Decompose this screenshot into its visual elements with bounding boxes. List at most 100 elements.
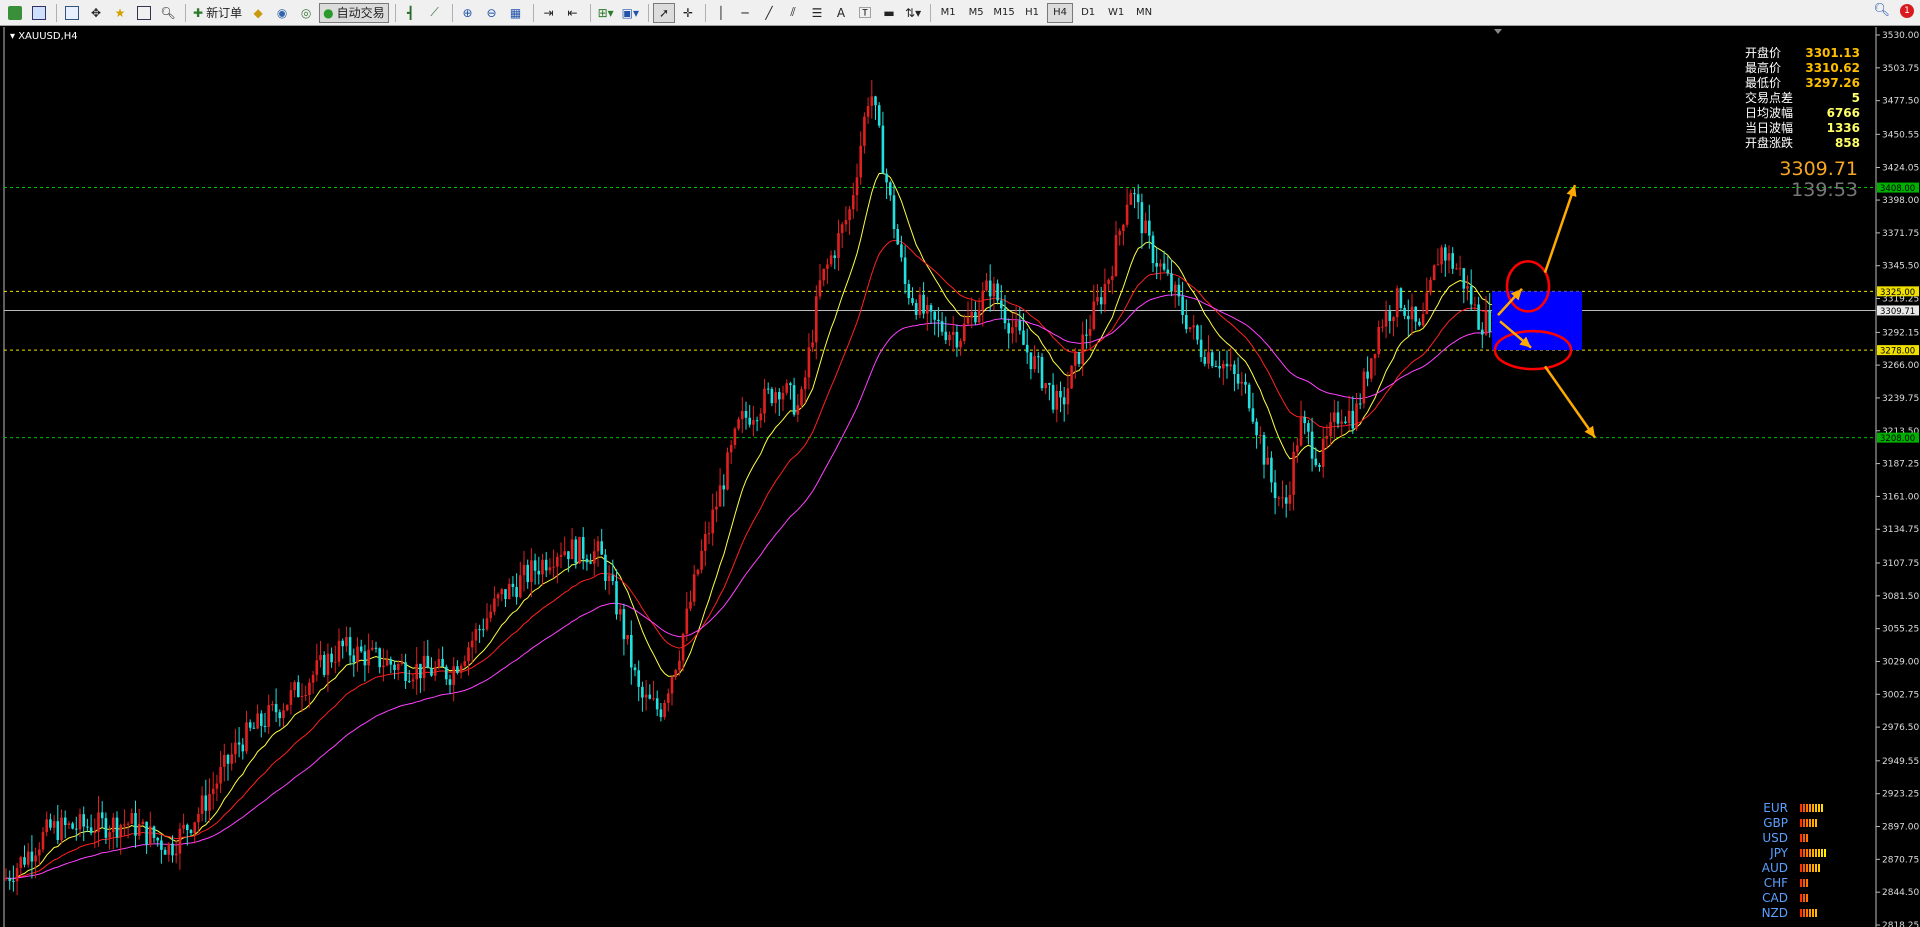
candle-body <box>1399 288 1403 308</box>
strength-bar <box>1803 848 1805 857</box>
tile-button[interactable]: ▦ <box>505 3 527 23</box>
bar-chart-button[interactable]: ┫ <box>400 3 422 23</box>
candle-body <box>1384 311 1388 327</box>
candle-body <box>959 340 962 348</box>
chart-shift-button[interactable]: ⇤ <box>562 3 584 23</box>
new-chart-button[interactable] <box>4 3 26 23</box>
market-watch-button[interactable] <box>61 3 83 23</box>
candle-body <box>1318 465 1321 467</box>
new-order-button[interactable]: ✚ 新订单 <box>190 3 245 23</box>
candle-body <box>626 634 629 640</box>
candle-body <box>548 567 552 571</box>
auto-trade-label: 自动交易 <box>336 6 385 20</box>
candle-body <box>803 377 807 390</box>
fibonacci-button[interactable]: ☰ <box>806 3 828 23</box>
navigator-button[interactable]: ✥ <box>85 3 107 23</box>
candle-body <box>12 880 15 882</box>
candle-body <box>1251 408 1255 422</box>
candle-body <box>356 646 359 663</box>
info-label: 日均波幅 <box>1745 106 1794 120</box>
timeframe-m5[interactable]: M5 <box>963 3 989 23</box>
candle-body <box>45 819 48 833</box>
trendline-button[interactable]: ╱ <box>758 3 780 23</box>
candle-body <box>818 280 822 297</box>
zoom-out-button[interactable]: ⊖ <box>481 3 503 23</box>
auto-trade-button[interactable]: ● 自动交易 <box>319 2 389 23</box>
candle-body <box>1440 247 1443 265</box>
notification-badge[interactable]: 1 <box>1900 3 1914 18</box>
candle-body <box>1340 421 1343 424</box>
level-tag-label: 3408.00 <box>1880 184 1915 194</box>
favorites-button[interactable]: ★ <box>109 3 131 23</box>
candle-body <box>352 655 356 663</box>
terminal-button[interactable] <box>133 3 155 23</box>
cursor-button[interactable]: ➚ <box>653 2 676 23</box>
timeframe-h4[interactable]: H4 <box>1047 2 1074 23</box>
channel-button[interactable]: ⫽ <box>782 3 804 23</box>
profiles-button[interactable] <box>28 3 50 23</box>
candle-body <box>348 637 352 656</box>
candle-body <box>1351 410 1355 429</box>
current-price-display: 3309.71 <box>1779 158 1858 180</box>
candle-body <box>1029 352 1033 370</box>
text-button[interactable]: A <box>830 3 852 23</box>
price-chart[interactable]: 3530.00 3503.75 3477.50 3450.55 3424.05 3398.… <box>0 27 1920 927</box>
axis-label: 3450.55 <box>1882 130 1919 140</box>
profiles-icon <box>32 5 46 20</box>
candle-body <box>988 280 992 297</box>
axis-label: 3292.15 <box>1882 328 1919 338</box>
vertical-line-icon: │ <box>717 5 725 20</box>
signals-button[interactable]: ◉ <box>271 3 293 23</box>
info-row: 交易点差 5 <box>1745 91 1860 106</box>
timeframe-h1[interactable]: H1 <box>1019 3 1045 23</box>
candle-body <box>977 309 981 323</box>
candle-body <box>1044 383 1047 389</box>
indicators-button[interactable]: ⊞▾ <box>595 3 617 23</box>
zoom-in-button[interactable]: ⊕ <box>457 3 479 23</box>
strength-bar <box>1824 848 1826 857</box>
toolbar-separator <box>451 3 453 22</box>
timeframe-m1[interactable]: M1 <box>935 3 961 23</box>
candle-body <box>1170 273 1173 292</box>
candle-body <box>448 679 452 685</box>
timeframe-m15[interactable]: M15 <box>991 3 1017 23</box>
tester-button[interactable]: 🔍︎ <box>157 3 179 23</box>
text-label-icon: 🅃 <box>859 6 872 20</box>
candle-body <box>256 713 259 729</box>
candle-body <box>1310 431 1314 459</box>
timeframe-w1[interactable]: W1 <box>1103 3 1129 23</box>
text-label-button[interactable]: 🅃 <box>854 3 876 23</box>
candle-body <box>408 680 411 682</box>
arrows-button[interactable]: ⇅▾ <box>902 3 924 23</box>
rectangle-button[interactable]: ▬ <box>878 3 900 23</box>
candle-body <box>308 682 311 695</box>
timeframe-mn[interactable]: MN <box>1131 3 1157 23</box>
candle-body <box>1088 328 1092 336</box>
currency-row: CAD <box>1760 890 1870 905</box>
candle-body <box>663 702 666 718</box>
candle-body <box>219 766 222 784</box>
market-button[interactable]: ◎ <box>295 3 317 23</box>
info-value: 3297.26 <box>1805 76 1860 90</box>
candle-body <box>1125 204 1129 225</box>
candle-body <box>1203 357 1207 364</box>
candle-body <box>382 665 385 668</box>
timeframe-d1[interactable]: D1 <box>1075 3 1101 23</box>
line-chart-button[interactable]: ⟋ <box>424 3 446 23</box>
symbol-text: XAUUSD,H4 <box>18 31 78 42</box>
candle-body <box>49 819 52 828</box>
candle-body <box>559 554 563 557</box>
autoscroll-button[interactable]: ⇥ <box>538 3 560 23</box>
vertical-line-button[interactable]: │ <box>710 3 732 23</box>
strength-bar <box>1800 863 1802 872</box>
horizontal-line-button[interactable]: ─ <box>734 3 756 23</box>
gold-button[interactable]: ◆ <box>247 3 269 23</box>
candle-body <box>1114 235 1118 276</box>
candle-body <box>482 629 485 631</box>
axis-label: 3081.50 <box>1882 592 1919 602</box>
strength-bar <box>1800 908 1802 917</box>
templates-button[interactable]: ▣▾ <box>619 3 642 23</box>
candle-body <box>992 283 996 297</box>
search-icon[interactable]: 🔍︎ <box>1873 3 1890 18</box>
crosshair-button[interactable]: ✛ <box>677 3 699 23</box>
